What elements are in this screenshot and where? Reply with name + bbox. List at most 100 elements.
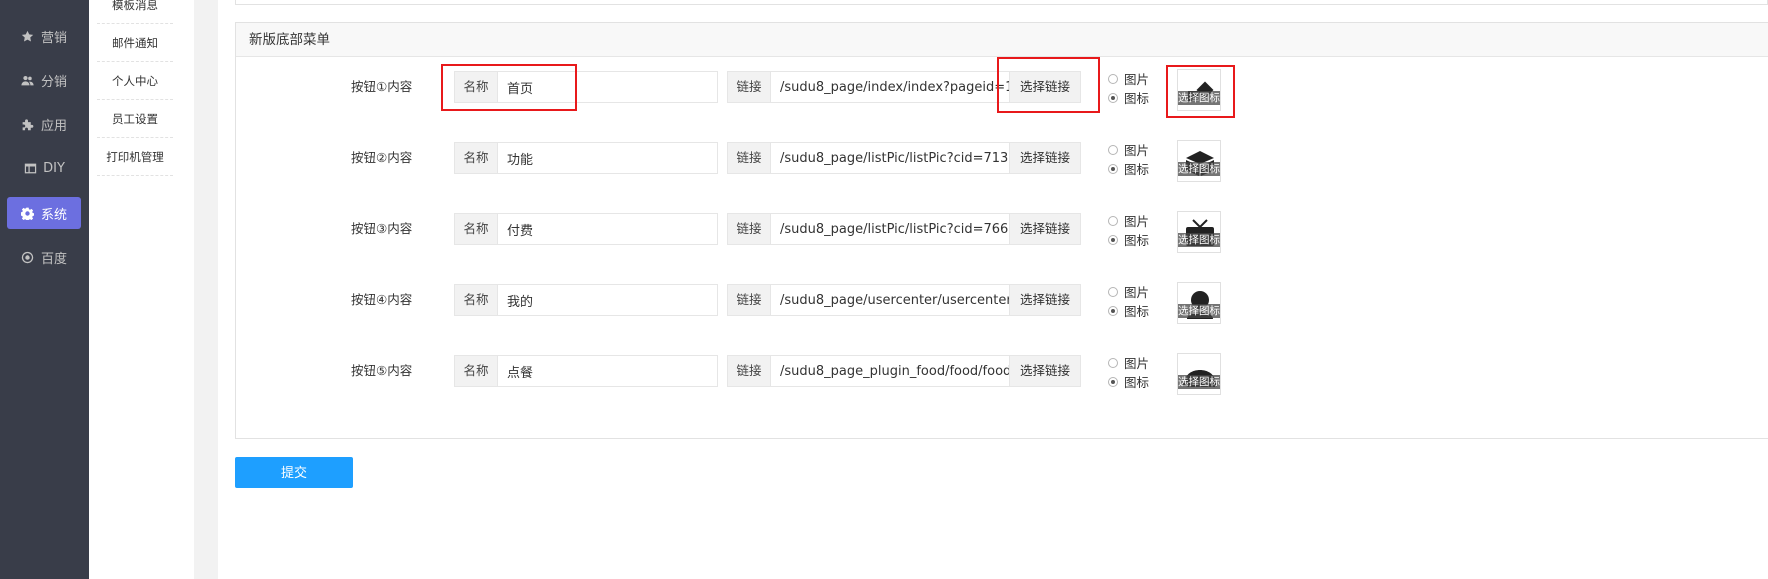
menu-button-row: 按钮④内容 名称 链接 选择链接 图片 图标 选择图标 xyxy=(236,282,1768,324)
nav-label: 分销 xyxy=(40,74,67,90)
radio-dot-selected xyxy=(1108,234,1118,245)
button-link-input[interactable] xyxy=(771,284,1010,316)
select-icon-box[interactable]: 选择图标 xyxy=(1177,353,1221,395)
row-label: 按钮③内容 xyxy=(351,221,413,236)
menu-button-row: 按钮①内容 名称 链接 选择链接 图片 图标 选择图标 xyxy=(236,69,1768,111)
select-icon-caption: 选择图标 xyxy=(1178,233,1220,247)
icon-mode-radios: 图片 图标 xyxy=(1108,211,1168,249)
nav-item-baidu[interactable]: 百度 xyxy=(7,241,81,273)
subnav-item-personal-center[interactable]: 个人中心 xyxy=(97,62,173,100)
nav-label: 营销 xyxy=(40,30,67,46)
button-name-input[interactable] xyxy=(498,71,718,103)
layout-icon xyxy=(23,161,37,175)
menu-button-row: 按钮②内容 名称 链接 选择链接 图片 图标 选择图标 xyxy=(236,140,1768,182)
button-name-input[interactable] xyxy=(498,142,718,174)
link-input-group: 链接 选择链接 xyxy=(727,284,1081,316)
name-addon: 名称 xyxy=(454,71,498,103)
select-icon-box[interactable]: 选择图标 xyxy=(1177,211,1221,253)
radio-icon[interactable]: 图标 xyxy=(1108,230,1168,249)
name-input-group: 名称 xyxy=(454,213,718,245)
radio-dot-selected xyxy=(1108,376,1118,387)
button-name-input[interactable] xyxy=(498,355,718,387)
subnav-item-template-message[interactable]: 模板消息 xyxy=(97,0,173,24)
button-link-input[interactable] xyxy=(771,142,1010,174)
select-icon-caption: 选择图标 xyxy=(1178,91,1220,105)
radio-image-label: 图片 xyxy=(1124,72,1150,87)
select-link-button[interactable]: 选择链接 xyxy=(1010,71,1081,103)
radio-icon[interactable]: 图标 xyxy=(1108,159,1168,178)
puzzle-icon xyxy=(21,117,35,131)
radio-image[interactable]: 图片 xyxy=(1108,211,1168,230)
subnav-item-staff-settings[interactable]: 员工设置 xyxy=(97,100,173,138)
subnav-item-printer[interactable]: 打印机管理 xyxy=(97,138,173,176)
radio-icon[interactable]: 图标 xyxy=(1108,301,1168,320)
select-link-button[interactable]: 选择链接 xyxy=(1010,284,1081,316)
radio-dot xyxy=(1108,215,1118,226)
radio-dot-selected xyxy=(1108,163,1118,174)
radio-dot-selected xyxy=(1108,305,1118,316)
link-input-group: 链接 选择链接 xyxy=(727,213,1081,245)
select-icon-box[interactable]: 选择图标 xyxy=(1177,282,1221,324)
radio-icon-label: 图标 xyxy=(1124,91,1150,106)
radio-icon[interactable]: 图标 xyxy=(1108,88,1168,107)
radio-image-label: 图片 xyxy=(1124,285,1150,300)
select-link-button[interactable]: 选择链接 xyxy=(1010,142,1081,174)
radio-dot xyxy=(1108,73,1118,84)
row-label: 按钮②内容 xyxy=(351,150,413,165)
icon-mode-radios: 图片 图标 xyxy=(1108,140,1168,178)
button-link-input[interactable] xyxy=(771,213,1010,245)
link-input-group: 链接 选择链接 xyxy=(727,71,1081,103)
select-icon-caption: 选择图标 xyxy=(1178,162,1220,176)
radio-icon[interactable]: 图标 xyxy=(1108,372,1168,391)
select-icon-box[interactable]: 选择图标 xyxy=(1177,140,1221,182)
radio-image[interactable]: 图片 xyxy=(1108,69,1168,88)
name-addon: 名称 xyxy=(454,355,498,387)
name-input-group: 名称 xyxy=(454,142,718,174)
nav-label: 百度 xyxy=(40,251,67,267)
nav-item-apps[interactable]: 应用 xyxy=(7,108,81,140)
nav-label: 应用 xyxy=(40,118,67,134)
radio-image-label: 图片 xyxy=(1124,356,1150,371)
select-link-button[interactable]: 选择链接 xyxy=(1010,355,1081,387)
radio-image[interactable]: 图片 xyxy=(1108,140,1168,159)
nav-item-system[interactable]: 系统 xyxy=(7,197,81,229)
select-icon-box[interactable]: 选择图标 xyxy=(1177,69,1221,111)
radio-icon-label: 图标 xyxy=(1124,162,1150,177)
submit-button[interactable]: 提交 xyxy=(235,457,353,488)
sub-navigation: 模板消息 邮件通知 个人中心 员工设置 打印机管理 xyxy=(89,0,194,579)
subnav-item-email-notify[interactable]: 邮件通知 xyxy=(97,24,173,62)
baidu-icon xyxy=(21,250,35,264)
name-addon: 名称 xyxy=(454,213,498,245)
radio-icon-label: 图标 xyxy=(1124,233,1150,248)
button-name-input[interactable] xyxy=(498,284,718,316)
name-input-group: 名称 xyxy=(454,71,718,103)
radio-image[interactable]: 图片 xyxy=(1108,282,1168,301)
star-icon xyxy=(21,29,35,43)
icon-mode-radios: 图片 图标 xyxy=(1108,353,1168,391)
radio-dot xyxy=(1108,286,1118,297)
radio-dot xyxy=(1108,357,1118,368)
panel-title: 新版底部菜单 xyxy=(236,23,1768,57)
icon-mode-radios: 图片 图标 xyxy=(1108,69,1168,107)
content-gutter xyxy=(194,0,218,579)
link-addon: 链接 xyxy=(727,71,771,103)
select-icon-caption: 选择图标 xyxy=(1178,304,1220,318)
button-link-input[interactable] xyxy=(771,355,1010,387)
button-link-input[interactable] xyxy=(771,71,1010,103)
radio-dot xyxy=(1108,144,1118,155)
previous-panel-edge xyxy=(235,0,1768,5)
link-input-group: 链接 选择链接 xyxy=(727,355,1081,387)
nav-item-marketing[interactable]: 营销 xyxy=(7,20,81,52)
button-name-input[interactable] xyxy=(498,213,718,245)
nav-item-diy[interactable]: DIY xyxy=(7,152,81,184)
nav-item-distribution[interactable]: 分销 xyxy=(7,64,81,96)
bottom-menu-panel: 新版底部菜单 按钮①内容 名称 链接 选择链接 图片 图标 选择图标 按钮②内容… xyxy=(235,22,1768,439)
radio-image-label: 图片 xyxy=(1124,214,1150,229)
menu-button-row: 按钮⑤内容 名称 链接 选择链接 图片 图标 选择图标 xyxy=(236,353,1768,395)
row-label: 按钮⑤内容 xyxy=(351,363,413,378)
nav-label: DIY xyxy=(43,160,65,176)
select-link-button[interactable]: 选择链接 xyxy=(1010,213,1081,245)
name-addon: 名称 xyxy=(454,284,498,316)
radio-image[interactable]: 图片 xyxy=(1108,353,1168,372)
select-icon-caption: 选择图标 xyxy=(1178,375,1220,389)
